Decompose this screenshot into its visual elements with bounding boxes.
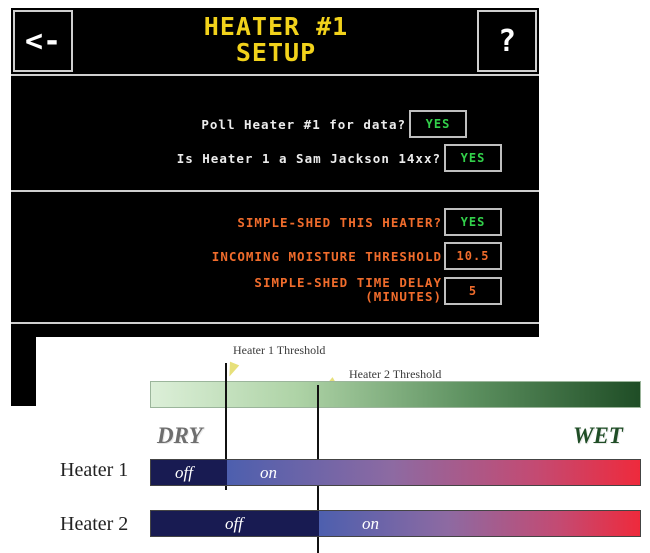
help-button[interactable]: ?: [477, 10, 537, 72]
moisture-threshold-label: INCOMING MOISTURE THRESHOLD: [211, 249, 442, 264]
moisture-threshold-field[interactable]: 10.5: [444, 242, 502, 270]
moisture-scale-bar: [150, 381, 641, 408]
heater1-off-label: off: [175, 463, 193, 482]
time-delay-label-line-1: SIMPLE-SHED TIME DELAY: [254, 275, 442, 290]
heater2-row-label: Heater 2: [60, 513, 129, 535]
heater-model-toggle[interactable]: YES: [444, 144, 502, 172]
poll-heater-toggle[interactable]: YES: [409, 110, 467, 138]
back-arrow-icon: <-: [24, 23, 62, 59]
time-delay-label: SIMPLE-SHED TIME DELAY (MINUTES): [254, 276, 442, 304]
back-button[interactable]: <-: [13, 10, 73, 72]
heater2-threshold-label: Heater 2 Threshold: [349, 367, 442, 381]
header-divider: [11, 74, 539, 76]
threshold-diagram: Heater 1 Threshold Heater 2 Threshold DR…: [36, 337, 650, 553]
heater2-off-segment: off: [151, 511, 319, 536]
title-line-2: SETUP: [235, 38, 317, 67]
heater2-off-label: off: [225, 514, 243, 533]
heater1-row-label: Heater 1: [60, 459, 129, 481]
wet-label: WET: [573, 423, 623, 448]
poll-heater-label: Poll Heater #1 for data?: [201, 117, 406, 132]
dry-label: DRY: [157, 423, 203, 448]
heater2-on-segment: on: [319, 511, 640, 536]
time-delay-label-line-2: (MINUTES): [365, 289, 442, 304]
simple-shed-toggle[interactable]: YES: [444, 208, 502, 236]
heater-model-label: Is Heater 1 a Sam Jackson 14xx?: [176, 151, 441, 166]
heater1-on-segment: on: [227, 460, 640, 485]
page-title: HEATER #1 SETUP: [81, 14, 471, 66]
heater1-off-segment: off: [151, 460, 227, 485]
simple-shed-label: SIMPLE-SHED THIS HEATER?: [237, 215, 442, 230]
section-divider-2: [11, 322, 539, 324]
title-line-1: HEATER #1: [203, 12, 349, 41]
time-delay-field[interactable]: 5: [444, 277, 502, 305]
section-divider-1: [11, 190, 539, 192]
heater2-on-label: on: [362, 514, 379, 533]
help-icon: ?: [497, 23, 517, 59]
heater1-threshold-label: Heater 1 Threshold: [233, 343, 326, 357]
heater2-state-bar: off on: [150, 510, 641, 537]
heater1-state-bar: off on: [150, 459, 641, 486]
heater1-on-label: on: [260, 463, 277, 482]
